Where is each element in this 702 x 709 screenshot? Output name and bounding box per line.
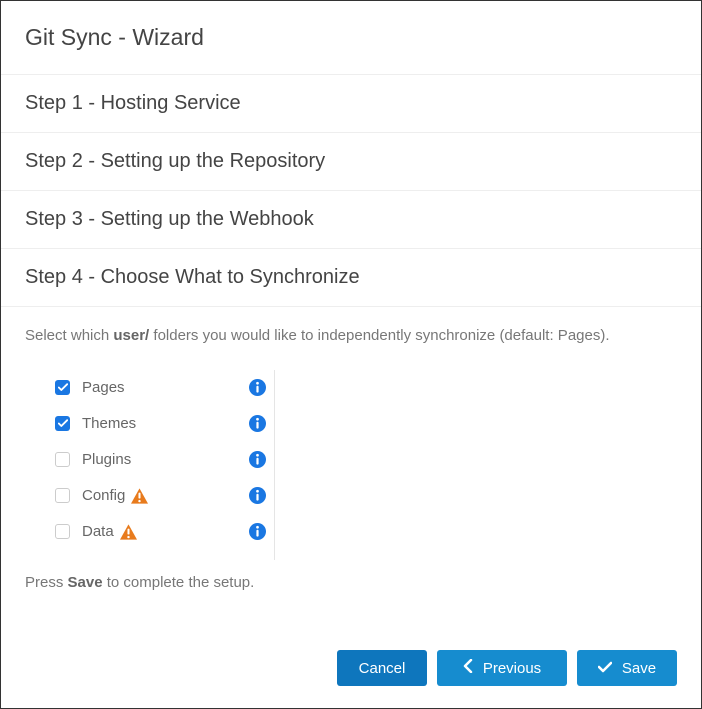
checkbox-plugins[interactable] [55,452,70,467]
sync-label-data: Data [82,523,249,540]
previous-button-label: Previous [483,660,541,677]
info-icon[interactable] [249,379,266,396]
sync-label-config: Config [82,487,249,504]
previous-button[interactable]: Previous [437,650,567,686]
instruction-suffix: folders you would like to independently … [149,327,609,344]
sync-row-themes: Themes [55,406,274,442]
sync-label-themes: Themes [82,415,249,432]
save-instruction-bold: Save [68,574,103,591]
save-button-label: Save [622,660,656,677]
chevron-left-icon [463,659,473,677]
sync-row-config: Config [55,478,274,514]
sync-label-pages: Pages [82,379,249,396]
info-icon[interactable] [249,487,266,504]
wizard-title: Git Sync - Wizard [1,1,701,75]
sync-label-text: Config [82,487,125,504]
warning-icon [131,488,148,504]
step-header-4[interactable]: Step 4 - Choose What to Synchronize [1,249,701,307]
save-instruction-suffix: to complete the setup. [103,574,255,591]
sync-row-plugins: Plugins [55,442,274,478]
step-header-2[interactable]: Step 2 - Setting up the Repository [1,133,701,191]
cancel-button[interactable]: Cancel [337,650,427,686]
instruction-prefix: Select which [25,327,113,344]
step-content: Select which user/ folders you would lik… [1,307,701,632]
info-icon[interactable] [249,523,266,540]
step-header-3[interactable]: Step 3 - Setting up the Webhook [1,191,701,249]
sync-label-text: Data [82,523,114,540]
save-instruction-prefix: Press [25,574,68,591]
sync-row-data: Data [55,514,274,550]
save-instruction: Press Save to complete the setup. [25,574,677,591]
checkbox-pages[interactable] [55,380,70,395]
sync-label-text: Plugins [82,451,131,468]
sync-row-pages: Pages [55,370,274,406]
sync-options-list: Pages Themes Plugins Config Data [25,370,275,560]
checkbox-data[interactable] [55,524,70,539]
checkbox-config[interactable] [55,488,70,503]
wizard-footer: Cancel Previous Save [1,632,701,708]
instruction-text: Select which user/ folders you would lik… [25,325,677,348]
sync-label-plugins: Plugins [82,451,249,468]
sync-label-text: Pages [82,379,125,396]
info-icon[interactable] [249,415,266,432]
checkbox-themes[interactable] [55,416,70,431]
instruction-bold: user/ [113,327,149,344]
check-icon [598,660,612,677]
step-header-1[interactable]: Step 1 - Hosting Service [1,75,701,133]
info-icon[interactable] [249,451,266,468]
sync-label-text: Themes [82,415,136,432]
warning-icon [120,524,137,540]
save-button[interactable]: Save [577,650,677,686]
